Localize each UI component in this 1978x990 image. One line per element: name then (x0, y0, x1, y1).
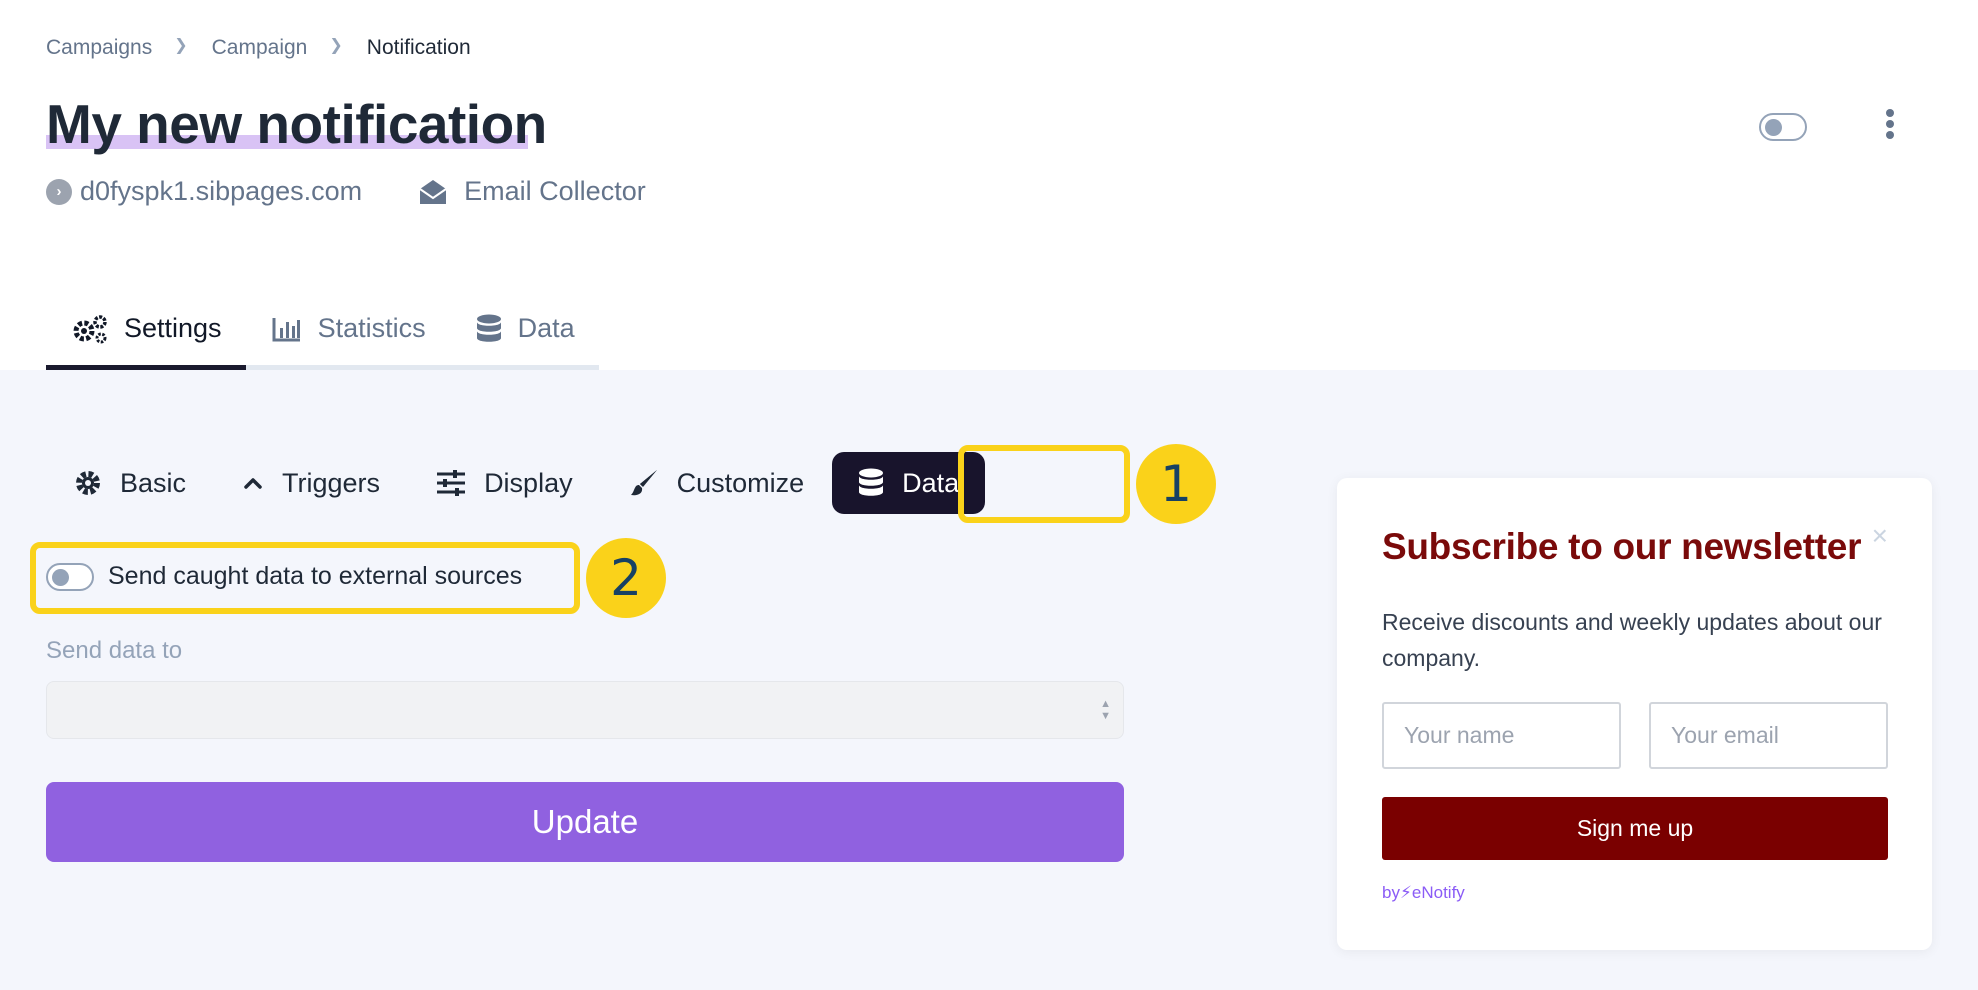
domain-text: d0fyspk1.sibpages.com (80, 176, 363, 206)
notification-type: Email Collector (418, 176, 646, 207)
more-options-icon[interactable] (1880, 106, 1900, 142)
select-arrows-icon: ▲ ▼ (1100, 698, 1111, 722)
subtab-display[interactable]: Display (408, 452, 601, 514)
breadcrumb-notification: Notification (366, 36, 471, 59)
paint-brush-icon (629, 468, 659, 498)
title-wrap: My new notification (46, 92, 547, 156)
preview-name-input[interactable]: Your name (1382, 702, 1621, 769)
annotation-badge-1: 1 (1136, 444, 1216, 524)
breadcrumb: Campaigns ❯ Campaign ❯ Notification (46, 36, 471, 60)
preview-email-input[interactable]: Your email (1649, 702, 1888, 769)
preview-title: Subscribe to our newsletter (1382, 526, 1862, 567)
envelope-open-icon (418, 178, 448, 206)
main-tabs: Settings Statistics Data (46, 300, 599, 370)
send-data-to-select[interactable]: ▲ ▼ (46, 681, 1124, 739)
notification-preview-card: × Subscribe to our newsletter Receive di… (1337, 478, 1932, 950)
subtab-label: Customize (676, 467, 805, 498)
send-data-to-label: Send data to (46, 637, 183, 664)
subtab-customize[interactable]: Customize (601, 452, 833, 514)
breadcrumb-campaigns[interactable]: Campaigns (46, 36, 152, 60)
tab-label: Statistics (317, 313, 426, 343)
highlight-box-1 (958, 445, 1130, 523)
subtab-label: Basic (120, 467, 187, 498)
sliders-icon (436, 470, 466, 496)
database-icon (476, 314, 502, 344)
sign-up-button[interactable]: Sign me up (1382, 797, 1888, 860)
tab-data[interactable]: Data (449, 300, 599, 370)
chevron-up-icon (242, 475, 264, 491)
domain-link[interactable]: › d0fyspk1.sibpages.com (46, 176, 362, 207)
chevron-right-icon: ❯ (174, 37, 188, 54)
subtab-label: Data (902, 467, 960, 498)
subtab-triggers[interactable]: Triggers (214, 452, 408, 514)
gears-icon (72, 314, 108, 344)
powered-by-link[interactable]: by⚡eNotify (1382, 883, 1465, 903)
notification-type-text: Email Collector (464, 176, 646, 206)
highlight-box-2 (30, 542, 580, 614)
tab-statistics[interactable]: Statistics (245, 300, 450, 370)
notification-active-toggle[interactable] (1759, 113, 1807, 141)
bar-chart-icon (272, 316, 302, 342)
page-header-area: Campaigns ❯ Campaign ❯ Notification My n… (0, 0, 1978, 370)
toggle-knob (1765, 119, 1782, 136)
notification-meta: › d0fyspk1.sibpages.com Email Collector (46, 176, 646, 207)
tab-settings[interactable]: Settings (46, 300, 246, 370)
close-icon[interactable]: × (1872, 520, 1888, 552)
subtab-label: Display (484, 467, 573, 498)
page-title[interactable]: My new notification (46, 92, 547, 156)
tab-label: Data (517, 313, 575, 343)
update-button[interactable]: Update (46, 782, 1124, 862)
arrow-circle-right-icon: › (46, 178, 72, 205)
preview-text: Receive discounts and weekly updates abo… (1382, 609, 1882, 671)
gear-icon (74, 469, 102, 497)
sub-tabs: Basic Triggers Display Customize Data (46, 448, 986, 518)
subtab-basic[interactable]: Basic (46, 452, 214, 514)
annotation-badge-2: 2 (586, 538, 666, 618)
breadcrumb-campaign[interactable]: Campaign (212, 36, 308, 60)
database-icon (858, 468, 884, 498)
tab-label: Settings (124, 313, 222, 343)
chevron-right-icon: ❯ (329, 37, 343, 54)
subtab-label: Triggers (282, 467, 381, 498)
